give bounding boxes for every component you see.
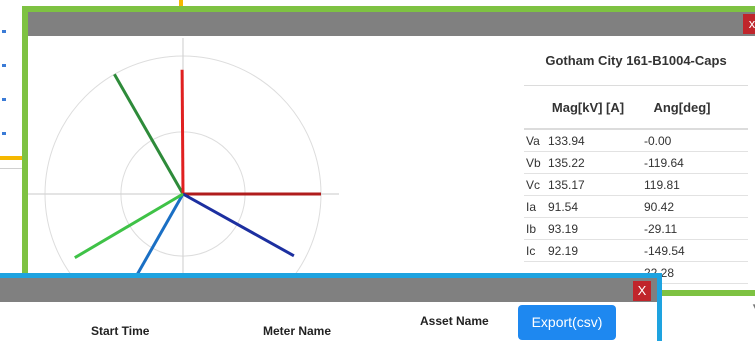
- phase-name: Vb: [526, 155, 541, 170]
- phasor-ib: [182, 192, 295, 258]
- phase-magnitude: 92.19: [548, 243, 579, 258]
- phase-magnitude: 135.22: [548, 155, 585, 170]
- info-row-ia: Ia 91.54 90.42: [524, 196, 748, 218]
- phase-magnitude: 91.54: [548, 199, 579, 214]
- phase-magnitude: 135.17: [548, 177, 585, 192]
- meter-window-titlebar[interactable]: X: [0, 278, 657, 302]
- phasor-vectors: [74, 69, 321, 298]
- bg-nav-marker: [2, 132, 6, 135]
- phase-name: Vc: [526, 177, 541, 192]
- info-row-vb: Vb 135.22 -119.64: [524, 152, 748, 174]
- start-time-column-header[interactable]: Start Time: [91, 324, 149, 338]
- phase-angle: -119.64: [644, 155, 684, 170]
- meter-name-column-header[interactable]: Meter Name: [263, 324, 331, 338]
- phase-angle: -149.54: [644, 243, 685, 258]
- phasor-window: x Gotham City 161-B1004-Caps Mag[kV] [A]…: [22, 6, 755, 311]
- phase-name: Ib: [526, 221, 537, 236]
- info-row-ib: Ib 93.19 -29.11: [524, 218, 748, 240]
- phasor-window-titlebar[interactable]: x: [28, 12, 755, 36]
- bg-nav-marker: [2, 98, 6, 101]
- phase-magnitude: 93.19: [548, 221, 579, 236]
- phasor-close-button[interactable]: x: [743, 14, 755, 34]
- phase-magnitude: 133.94: [548, 133, 585, 148]
- asset-name-column-header[interactable]: Asset Name: [420, 314, 489, 328]
- phase-angle: -29.11: [644, 221, 678, 236]
- phasor-info-panel: Gotham City 161-B1004-Caps Mag[kV] [A] A…: [524, 36, 748, 296]
- info-table-header: Mag[kV] [A] Ang[deg]: [524, 86, 748, 130]
- angle-header: Ang[deg]: [653, 99, 711, 115]
- phase-name: Ic: [526, 243, 536, 258]
- info-row-ic: Ic 92.19 -149.54: [524, 240, 748, 262]
- bg-nav-marker: [2, 30, 6, 33]
- bg-nav-marker: [2, 64, 6, 67]
- phase-angle: -0.00: [644, 133, 672, 148]
- phase-name: Ia: [526, 199, 537, 214]
- meter-close-button[interactable]: X: [633, 281, 651, 301]
- export-csv-button[interactable]: Export(csv): [518, 305, 616, 340]
- phasor-ic: [74, 192, 184, 259]
- phase-angle: 119.81: [644, 177, 680, 192]
- phase-angle: 90.42: [644, 199, 675, 214]
- phase-name: Va: [526, 133, 540, 148]
- scroll-down-arrow-icon[interactable]: ▼: [751, 302, 755, 311]
- station-title: Gotham City 161-B1004-Caps: [524, 36, 748, 86]
- meter-window: X Start Time Meter Name Asset Name Expor…: [0, 273, 662, 341]
- info-row-va: Va 133.94 -0.00: [524, 130, 748, 152]
- phasor-ia: [180, 69, 185, 195]
- phasor-diagram: [28, 38, 339, 298]
- desktop: x Gotham City 161-B1004-Caps Mag[kV] [A]…: [0, 0, 755, 341]
- magnitude-header: Mag[kV] [A]: [551, 99, 625, 115]
- phasor-vc: [113, 73, 185, 195]
- info-row-vc: Vc 135.17 119.81: [524, 174, 748, 196]
